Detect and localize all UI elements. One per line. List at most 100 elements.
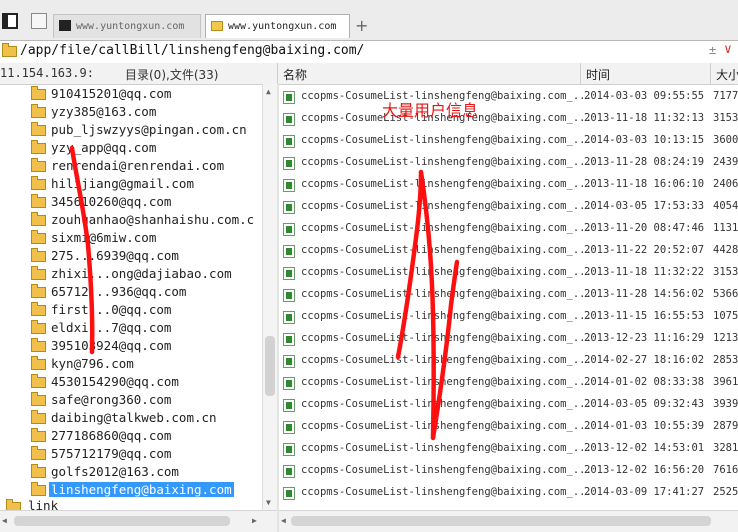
tree-item[interactable]: 910415201@qq.com [0,85,262,103]
spreadsheet-file-icon [283,465,295,478]
tree-item[interactable]: 575712179@qq.com [0,445,262,463]
new-tab-button[interactable]: + [355,16,368,35]
tree-item[interactable]: yzy385@163.com [0,103,262,121]
file-row[interactable]: ccopms-CosumeList-linshengfeng@baixing.c… [279,350,738,372]
tree-item[interactable]: zhixi...ong@dajiabao.com [0,265,262,283]
file-size: 3600 [713,134,738,146]
tree-item-label: pub_ljswzyys@pingan.com.cn [51,122,247,137]
spreadsheet-file-icon [283,355,295,368]
folder-icon [31,140,46,154]
file-size: 4054 [713,200,738,212]
scroll-down-arrow-icon[interactable]: ▼ [266,498,271,507]
sidebar-toggle-icon[interactable] [2,13,18,29]
tree-item-label: hilijiang@gmail.com [51,176,194,191]
file-row[interactable]: ccopms-CosumeList-linshengfeng@baixing.c… [279,416,738,438]
tree-item-label: kyn@796.com [51,356,134,371]
file-row[interactable]: ccopms-CosumeList-linshengfeng@baixing.c… [279,174,738,196]
folder-icon [211,21,223,31]
file-row[interactable]: ccopms-CosumeList-linshengfeng@baixing.c… [279,218,738,240]
file-name: ccopms-CosumeList-linshengfeng@baixing.c… [301,486,592,498]
file-row[interactable]: ccopms-CosumeList-linshengfeng@baixing.c… [279,284,738,306]
path-dropdown-button[interactable]: ∨ [724,42,732,57]
file-name: ccopms-CosumeList-linshengfeng@baixing.c… [301,354,592,366]
file-row[interactable]: ccopms-CosumeList-linshengfeng@baixing.c… [279,152,738,174]
folder-icon [31,104,46,118]
tree-item[interactable]: hilijiang@gmail.com [0,175,262,193]
file-time: 2013-11-18 11:32:22 [584,266,705,278]
tree-item[interactable]: 275...6939@qq.com [0,247,262,265]
file-row[interactable]: ccopms-CosumeList-linshengfeng@baixing.c… [279,438,738,460]
column-header-time[interactable]: 时间 [586,66,610,83]
path-minus-button[interactable]: ± [709,43,716,57]
tree-item-link[interactable]: link [0,497,262,510]
tree-item[interactable]: 277186860@qq.com [0,427,262,445]
tree-vertical-scrollbar[interactable]: ▲ ▼ [262,84,277,510]
scrollbar-thumb[interactable] [265,336,275,396]
scroll-left-arrow-icon[interactable]: ◀ [281,516,286,525]
file-row[interactable]: ccopms-CosumeList-linshengfeng@baixing.c… [279,196,738,218]
tree-item[interactable]: 395103924@qq.com [0,337,262,355]
tree-item[interactable]: zouhuanhao@shanhaishu.com.c [0,211,262,229]
file-row[interactable]: ccopms-CosumeList-linshengfeng@baixing.c… [279,86,738,108]
file-row[interactable]: ccopms-CosumeList-linshengfeng@baixing.c… [279,262,738,284]
file-time: 2014-03-05 17:53:33 [584,200,705,212]
tree-horizontal-scrollbar[interactable]: ◀ ▶ [0,510,277,532]
tree-item[interactable]: first...0@qq.com [0,301,262,319]
file-size: 2879 [713,420,738,432]
file-name: ccopms-CosumeList-linshengfeng@baixing.c… [301,464,592,476]
file-row[interactable]: ccopms-CosumeList-linshengfeng@baixing.c… [279,372,738,394]
scrollbar-thumb[interactable] [291,516,711,526]
folder-icon [31,464,46,478]
folder-icon [31,302,46,316]
tree-item-label: yzy_app@qq.com [51,140,157,155]
column-header-size[interactable]: 大小 [716,66,738,83]
files-horizontal-scrollbar[interactable]: ◀ [279,510,738,532]
column-header-name[interactable]: 名称 [283,66,307,83]
file-row[interactable]: ccopms-CosumeList-linshengfeng@baixing.c… [279,240,738,262]
tab-1[interactable]: www.yuntongxun.com [53,14,201,38]
file-row[interactable]: ccopms-CosumeList-linshengfeng@baixing.c… [279,394,738,416]
folder-icon [31,374,46,388]
spreadsheet-file-icon [283,179,295,192]
scroll-right-arrow-icon[interactable]: ▶ [252,516,257,525]
tree-item-label: first...0@qq.com [51,302,172,317]
tree-item[interactable]: yzy_app@qq.com [0,139,262,157]
tree-item[interactable]: 4530154290@qq.com [0,373,262,391]
tree-item[interactable]: kyn@796.com [0,355,262,373]
file-row[interactable]: ccopms-CosumeList-linshengfeng@baixing.c… [279,306,738,328]
tree-item[interactable]: eldxi...7@qq.com [0,319,262,337]
spreadsheet-file-icon [283,245,295,258]
file-name: ccopms-CosumeList-linshengfeng@baixing.c… [301,376,592,388]
tree-item-label: zouhuanhao@shanhaishu.com.c [51,212,255,227]
file-row[interactable]: ccopms-CosumeList-linshengfeng@baixing.c… [279,482,738,504]
spreadsheet-file-icon [283,377,295,390]
file-row[interactable]: ccopms-CosumeList-linshengfeng@baixing.c… [279,130,738,152]
file-row[interactable]: ccopms-CosumeList-linshengfeng@baixing.c… [279,108,738,130]
file-time: 2013-11-22 20:52:07 [584,244,705,256]
file-size: 5366 [713,288,738,300]
file-time: 2013-11-28 08:24:19 [584,156,705,168]
path-input[interactable]: /app/file/callBill/linshengfeng@baixing.… [20,43,364,58]
tree-item[interactable]: golfs2012@163.com [0,463,262,481]
tree-item[interactable]: renrendai@renrendai.com [0,157,262,175]
scroll-up-arrow-icon[interactable]: ▲ [266,87,271,96]
tree-item[interactable]: 345610260@qq.com [0,193,262,211]
tree-item-label: golfs2012@163.com [51,464,179,479]
tree-item[interactable]: sixmi@6miw.com [0,229,262,247]
tree-item[interactable]: 65712...936@qq.com [0,283,262,301]
spreadsheet-file-icon [283,91,295,104]
tree-item[interactable]: pub_ljswzyys@pingan.com.cn [0,121,262,139]
file-row[interactable]: ccopms-CosumeList-linshengfeng@baixing.c… [279,460,738,482]
tree-item[interactable]: daibing@talkweb.com.cn [0,409,262,427]
scroll-left-arrow-icon[interactable]: ◀ [2,516,7,525]
tree-item[interactable]: safe@rong360.com [0,391,262,409]
tree-item-label: 575712179@qq.com [51,446,172,461]
file-size: 7177 [713,90,738,102]
blank-page-icon[interactable] [31,13,47,29]
file-row[interactable]: ccopms-CosumeList-linshengfeng@baixing.c… [279,328,738,350]
tree-item-label: 910415201@qq.com [51,86,172,101]
file-size: 1213 [713,332,738,344]
folder-icon [31,176,46,190]
tab-2-active[interactable]: www.yuntongxun.com [205,14,350,38]
scrollbar-thumb[interactable] [14,516,230,526]
